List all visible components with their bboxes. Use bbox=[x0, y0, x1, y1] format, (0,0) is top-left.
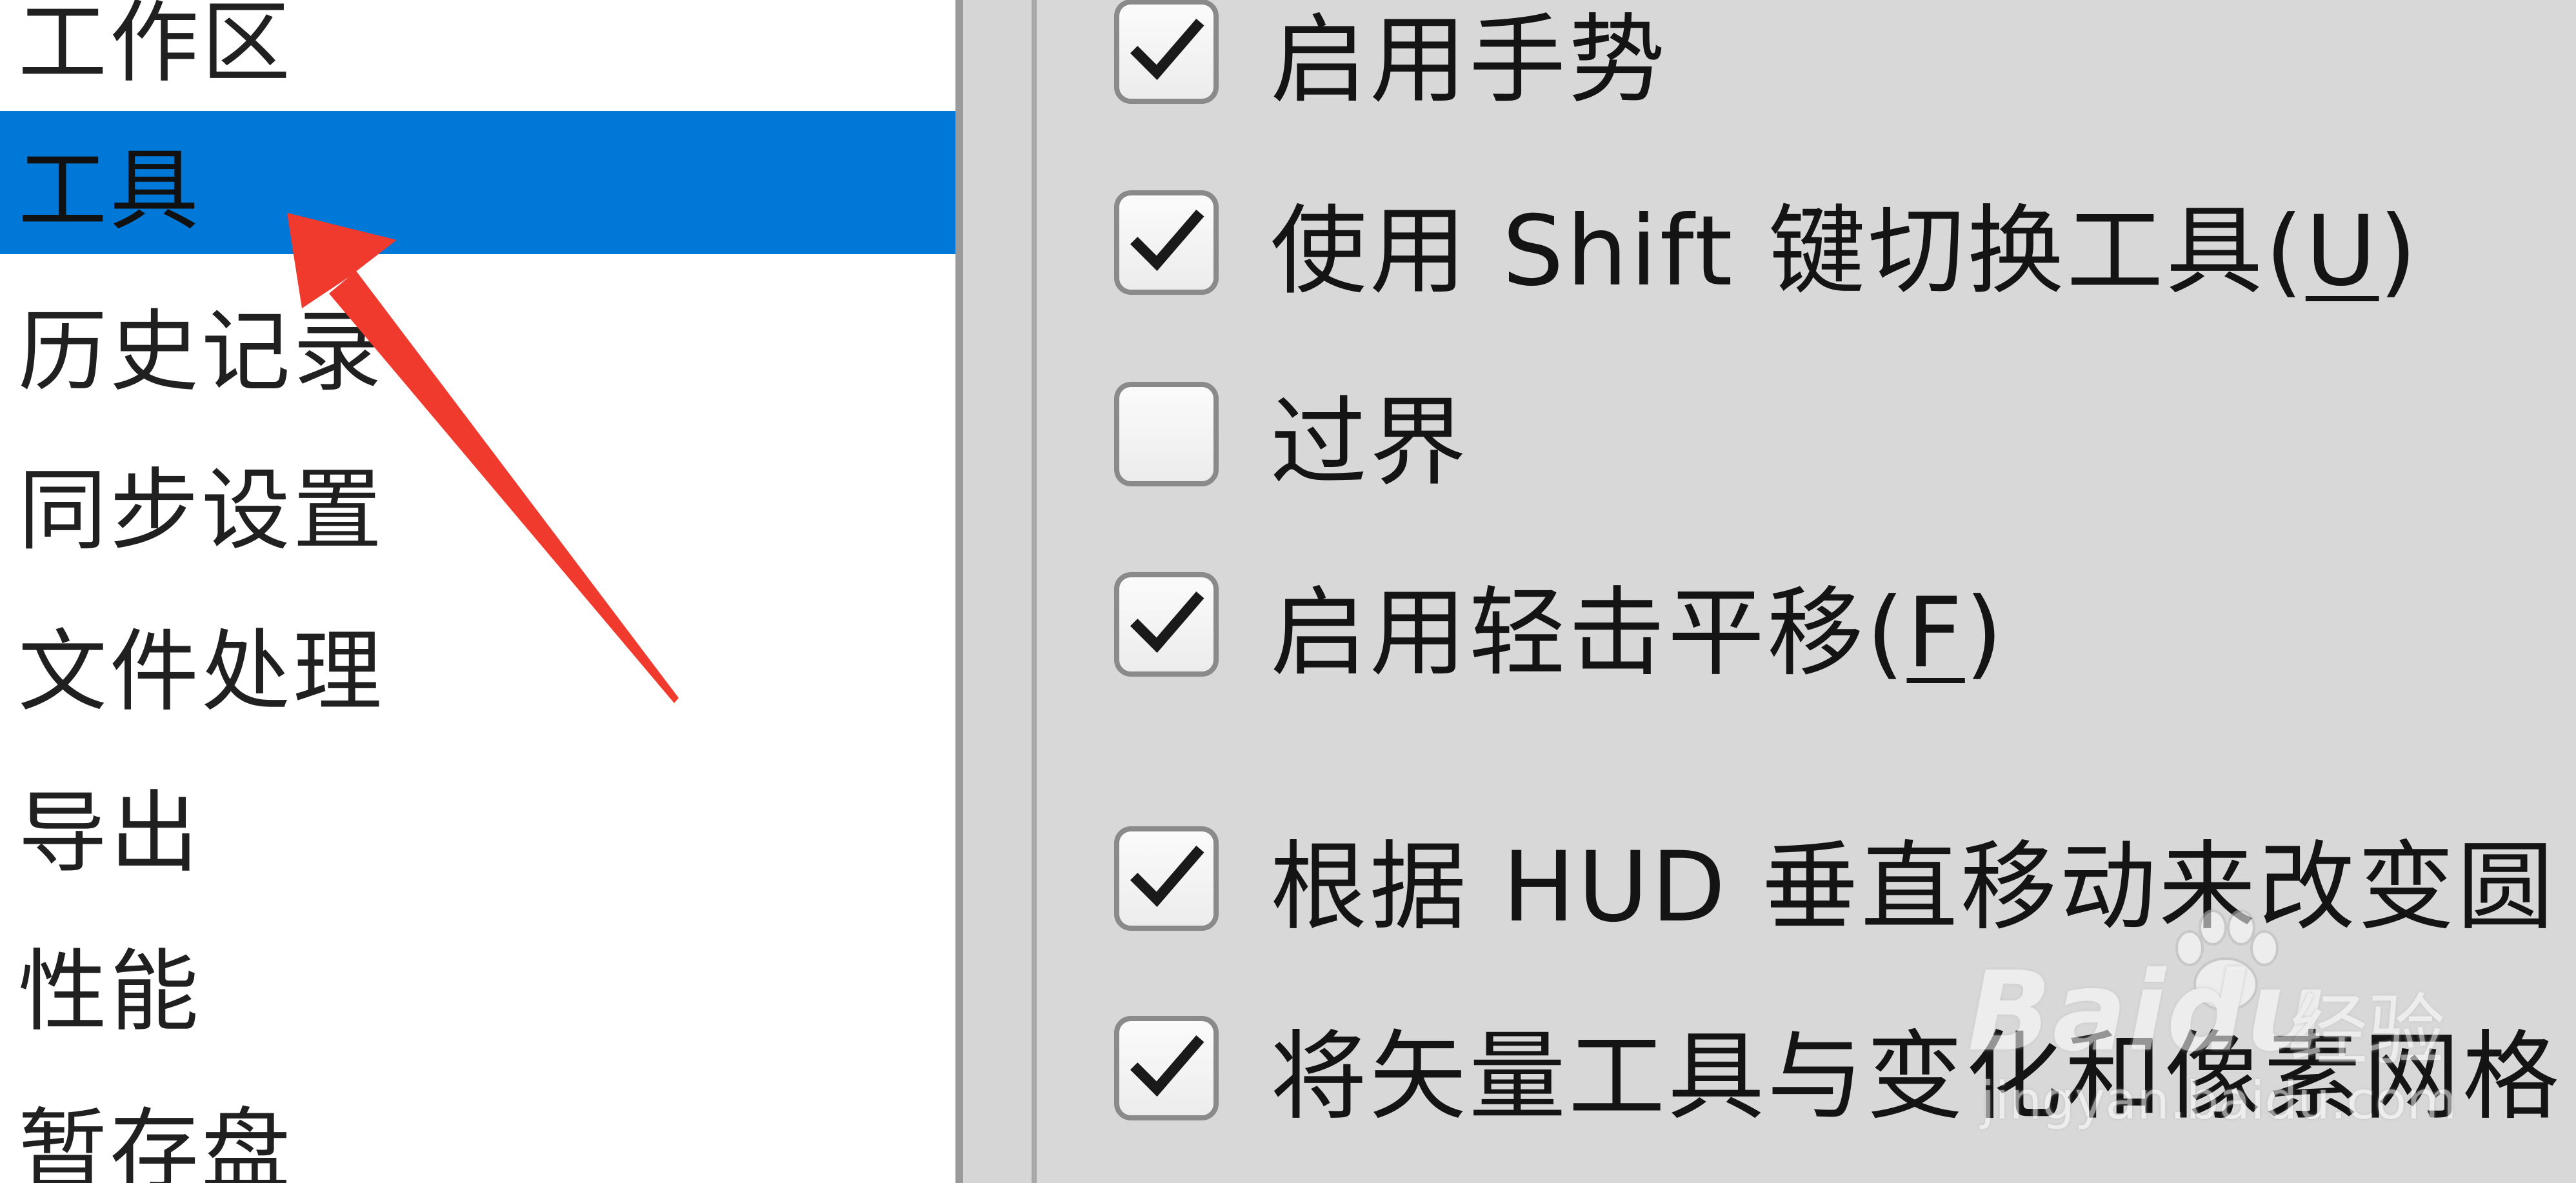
checkbox-use-shift-switch-tools[interactable] bbox=[1114, 190, 1219, 295]
sidebar-item-sync-settings[interactable]: 同步设置 bbox=[0, 431, 955, 574]
sidebar-item-scratch-disks[interactable]: 暂存盘 bbox=[0, 1071, 955, 1183]
sidebar-item-tools[interactable]: 工具 bbox=[0, 111, 955, 254]
sidebar-item-export[interactable]: 导出 bbox=[0, 753, 955, 897]
checkbox-enable-gestures[interactable] bbox=[1114, 0, 1219, 104]
checkbox-enable-flick-panning[interactable] bbox=[1114, 572, 1219, 677]
option-overscroll[interactable]: 过界 bbox=[1114, 370, 1469, 499]
checkmark-icon bbox=[1130, 18, 1204, 81]
preferences-window: 工作区 工具 历史记录 同步设置 文件处理 导出 性能 暂存盘 启用手势 使用 … bbox=[0, 0, 2576, 1183]
option-label: 根据 HUD 垂直移动来改变圆 bbox=[1270, 831, 2557, 944]
option-use-shift-switch-tools[interactable]: 使用 Shift 键切换工具(U) bbox=[1114, 178, 2419, 308]
mnemonic-key: U bbox=[2305, 195, 2379, 308]
tools-options-panel: 启用手势 使用 Shift 键切换工具(U) 过界 启用轻击平移(F) 根据 H… bbox=[1037, 0, 2576, 1183]
checkmark-icon bbox=[1130, 1035, 1204, 1097]
option-label: 将矢量工具与变化和像素网格 bbox=[1270, 1020, 2562, 1133]
option-hud-vertical-movement[interactable]: 根据 HUD 垂直移动来改变圆 bbox=[1114, 814, 2556, 944]
option-enable-gestures[interactable]: 启用手势 bbox=[1114, 0, 1668, 117]
checkbox-overscroll[interactable] bbox=[1114, 382, 1219, 486]
option-label: 过界 bbox=[1270, 386, 1470, 499]
sidebar-item-workspace[interactable]: 工作区 bbox=[0, 0, 955, 106]
mnemonic-key: F bbox=[1906, 577, 1965, 690]
sidebar-item-file-handling[interactable]: 文件处理 bbox=[0, 592, 955, 735]
checkmark-icon bbox=[1130, 209, 1204, 272]
sidebar-item-history[interactable]: 历史记录 bbox=[0, 272, 955, 415]
sidebar-item-performance[interactable]: 性能 bbox=[0, 912, 955, 1055]
checkmark-icon bbox=[1130, 845, 1204, 908]
option-label: 使用 Shift 键切换工具(U) bbox=[1270, 195, 2420, 308]
option-enable-flick-panning[interactable]: 启用轻击平移(F) bbox=[1114, 560, 2005, 690]
option-label: 启用手势 bbox=[1270, 4, 1668, 117]
checkbox-hud-vertical-movement[interactable] bbox=[1114, 826, 1219, 931]
panel-gutter bbox=[963, 0, 1032, 1183]
sidebar-border bbox=[955, 0, 963, 1183]
preferences-sidebar: 工作区 工具 历史记录 同步设置 文件处理 导出 性能 暂存盘 bbox=[0, 0, 955, 1183]
panel-border bbox=[1032, 0, 1037, 1183]
checkbox-snap-vector-tools[interactable] bbox=[1114, 1016, 1219, 1120]
option-label: 启用轻击平移(F) bbox=[1270, 577, 2006, 690]
option-snap-vector-tools[interactable]: 将矢量工具与变化和像素网格 bbox=[1114, 1004, 2562, 1133]
checkmark-icon bbox=[1130, 591, 1204, 653]
